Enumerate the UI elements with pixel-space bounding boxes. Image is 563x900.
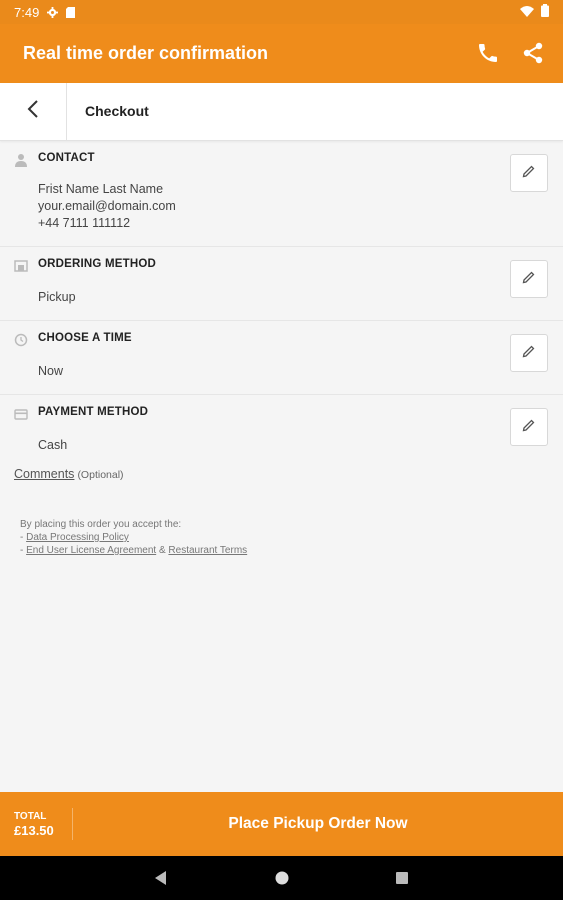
status-bar: 7:49 (0, 0, 563, 24)
pencil-icon (522, 418, 536, 437)
contact-section: CONTACT Frist Name Last Name your.email@… (0, 141, 563, 247)
payment-method-heading: PAYMENT METHOD (38, 406, 149, 418)
order-footer: TOTAL £13.50 Place Pickup Order Now (0, 792, 563, 856)
edit-ordering-method-button[interactable] (510, 260, 548, 298)
comments-link[interactable]: Comments (14, 467, 74, 481)
battery-icon (541, 4, 549, 22)
edit-payment-button[interactable] (510, 408, 548, 446)
ordering-method-value: Pickup (38, 290, 76, 304)
ordering-method-heading: ORDERING METHOD (38, 258, 156, 270)
legal-intro: By placing this order you accept the: (20, 519, 182, 530)
data-processing-policy-link[interactable]: Data Processing Policy (26, 532, 129, 543)
contact-phone: +44 7111 111112 (38, 216, 131, 230)
pencil-icon (522, 164, 536, 183)
nav-recents-icon[interactable] (392, 868, 412, 888)
app-bar: Real time order confirmation (0, 24, 563, 83)
nav-home-icon[interactable] (272, 868, 292, 888)
credit-card-icon (14, 407, 28, 421)
total-label: TOTAL (14, 811, 47, 822)
payment-method-value: Cash (38, 438, 68, 452)
restaurant-terms-link[interactable]: Restaurant Terms (168, 545, 247, 556)
choose-time-section: CHOOSE A TIME Now (0, 321, 563, 395)
app-title: Real time order confirmation (23, 43, 269, 63)
ordering-method-section: ORDERING METHOD Pickup (0, 247, 563, 321)
edit-contact-button[interactable] (510, 154, 548, 192)
place-order-button[interactable]: Place Pickup Order Now (73, 792, 563, 856)
legal-line-1: - Data Processing Policy (20, 531, 247, 544)
person-icon (14, 153, 28, 167)
legal-line-2: - End User License Agreement & Restauran… (20, 544, 247, 557)
store-icon (14, 259, 28, 273)
choose-time-value: Now (38, 364, 64, 378)
legal-notice: By placing this order you accept the: - … (20, 518, 247, 557)
sd-card-icon (66, 6, 76, 18)
choose-time-heading: CHOOSE A TIME (38, 332, 132, 344)
contact-heading: CONTACT (38, 152, 95, 164)
eula-link[interactable]: End User License Agreement (26, 545, 156, 556)
payment-method-section: PAYMENT METHOD Cash (0, 395, 563, 461)
wifi-icon (520, 4, 534, 22)
pencil-icon (522, 344, 536, 363)
clock-icon (14, 333, 28, 347)
pencil-icon (522, 270, 536, 289)
comments-optional-label: (Optional) (77, 469, 124, 481)
contact-email: your.email@domain.com (38, 199, 176, 213)
contact-name: Frist Name Last Name (38, 182, 164, 196)
edit-time-button[interactable] (510, 334, 548, 372)
total-amount: £13.50 (14, 823, 54, 838)
settings-icon (47, 6, 59, 18)
share-icon[interactable] (521, 41, 545, 65)
back-button[interactable] (0, 83, 67, 140)
phone-icon[interactable] (476, 41, 500, 65)
comments-row: Comments (Optional) (14, 467, 124, 481)
page-title: Checkout (85, 103, 149, 119)
legal-ampersand: & (156, 545, 169, 556)
status-time: 7:49 (14, 4, 40, 20)
system-nav-bar (0, 856, 563, 900)
checkout-header: Checkout (0, 83, 563, 141)
arrow-left-icon (25, 99, 41, 124)
nav-back-icon[interactable] (152, 868, 172, 888)
